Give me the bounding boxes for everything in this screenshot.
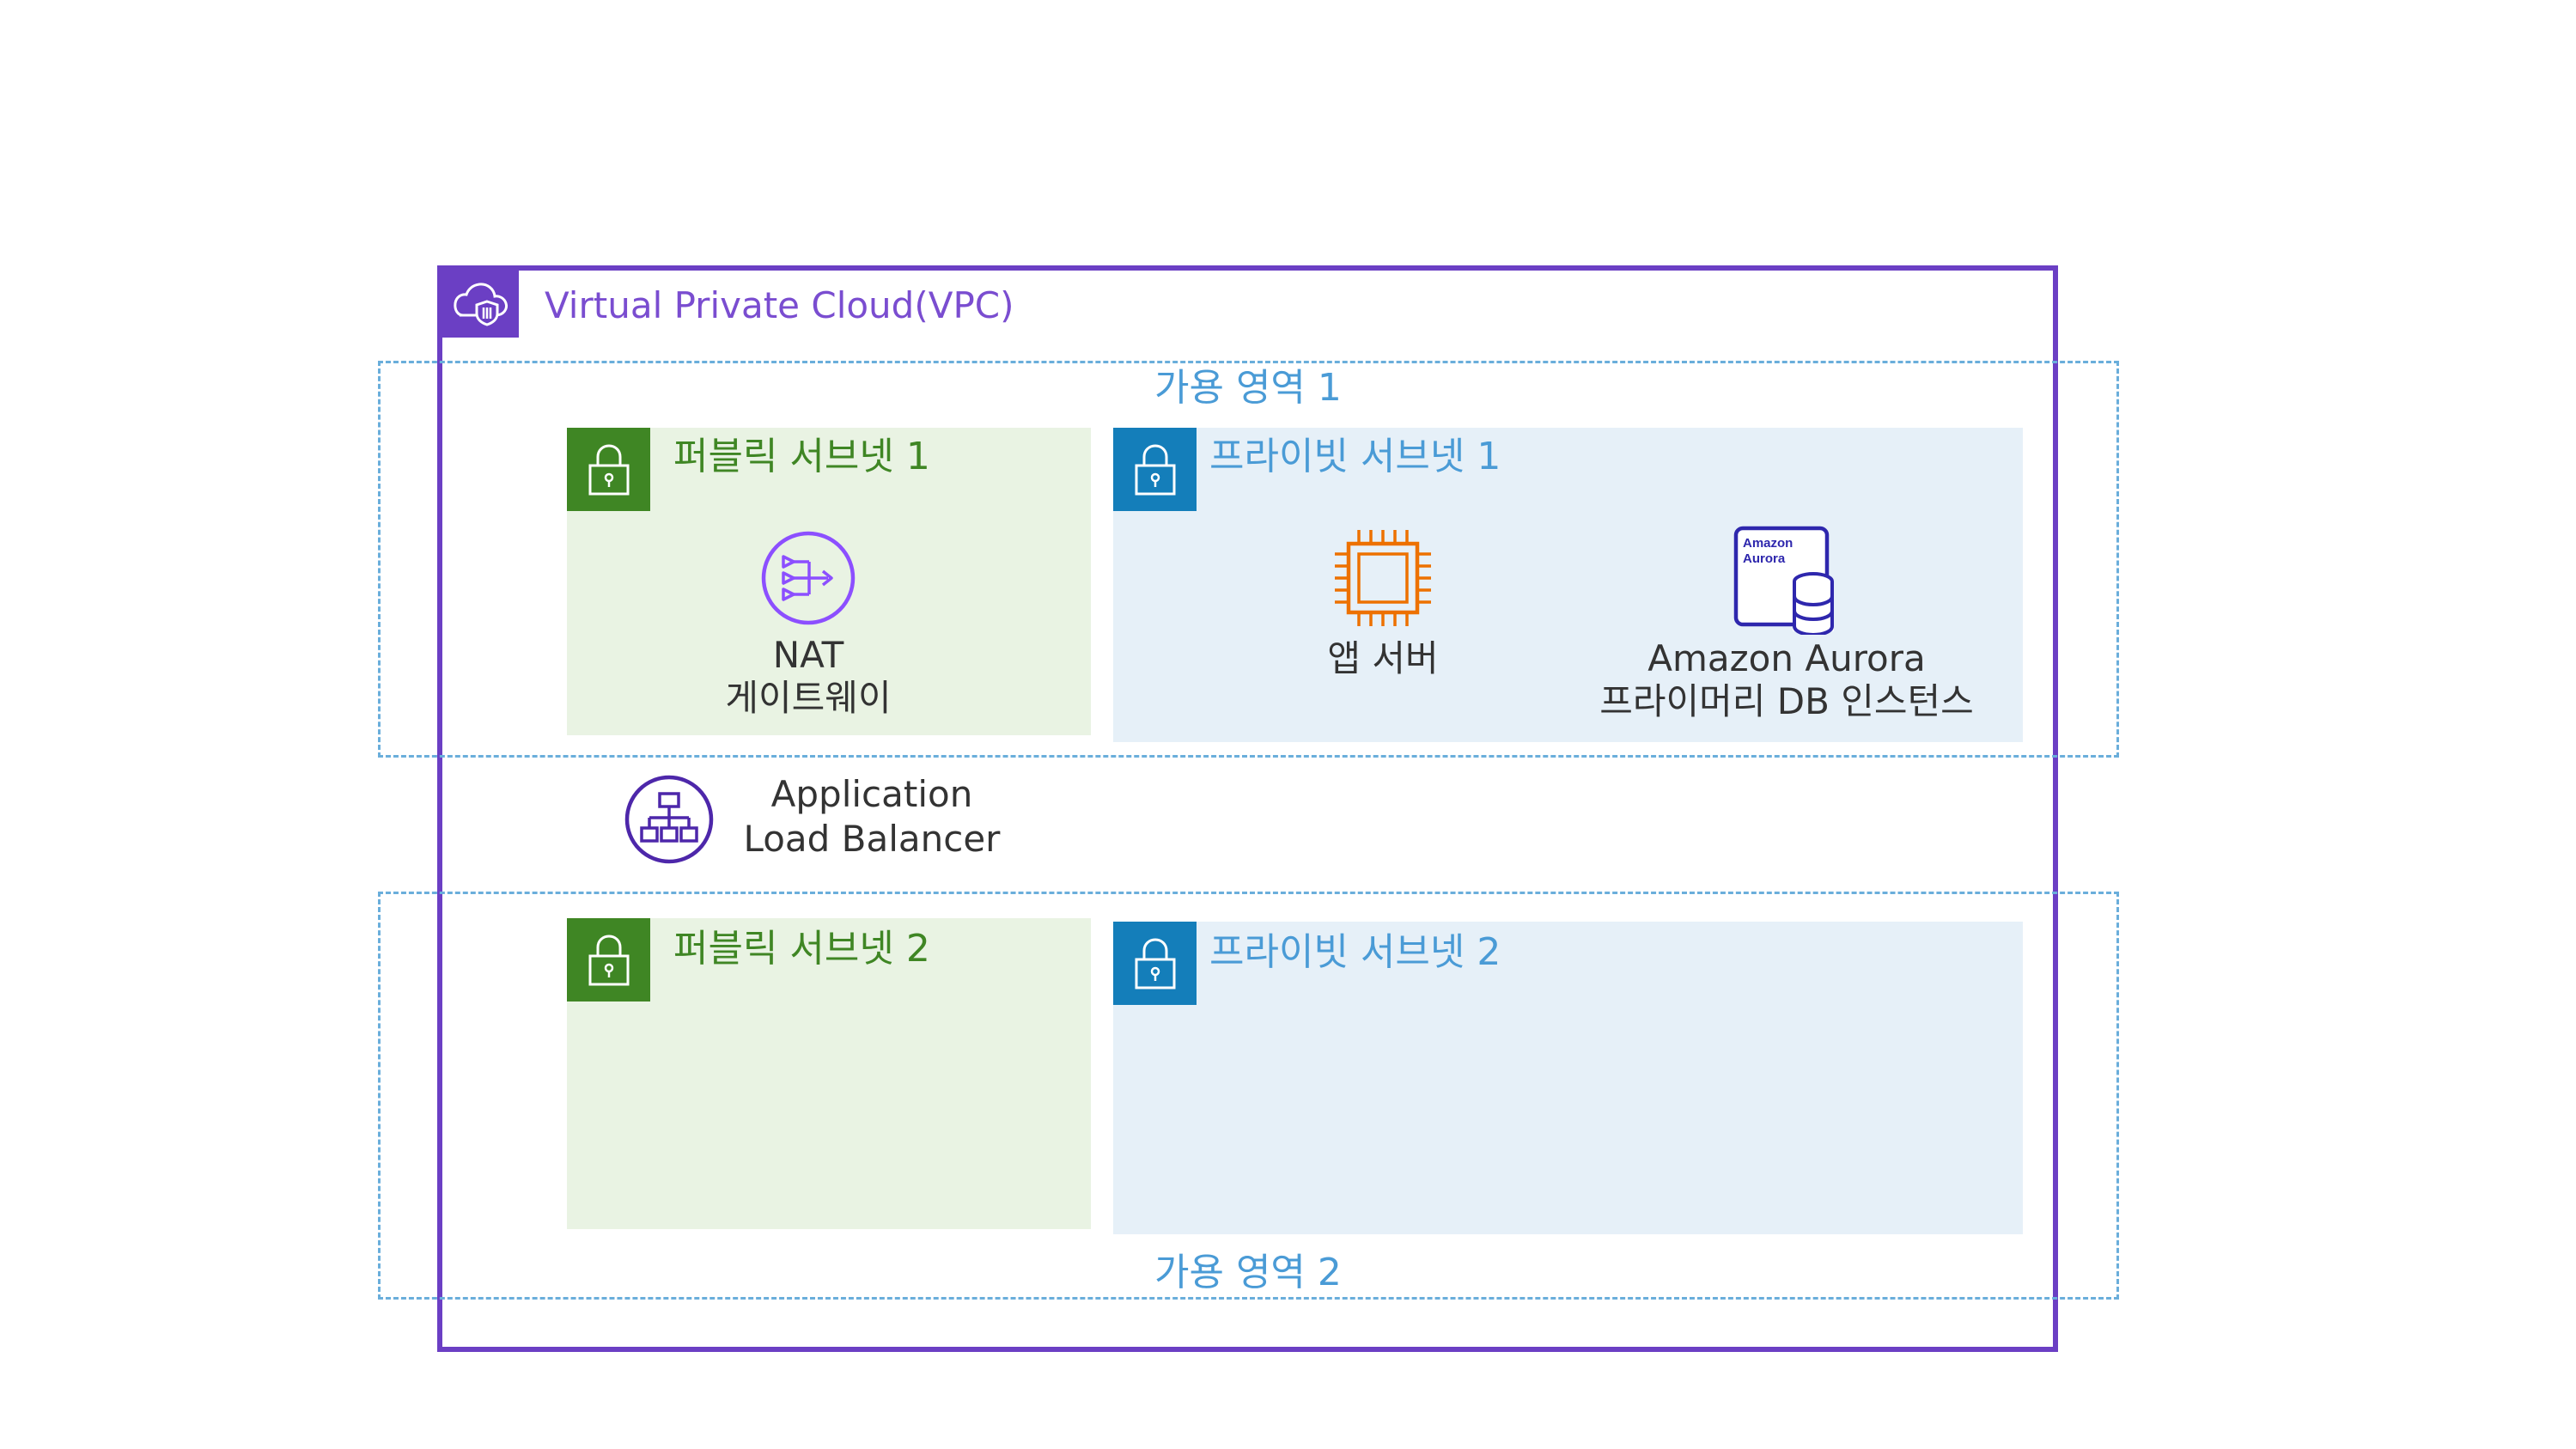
public-subnet-1-lock-badge — [567, 428, 650, 511]
availability-zone-2-label: 가용 영역 2 — [1154, 1251, 1342, 1294]
private-subnet-2-lock-badge — [1113, 922, 1197, 1005]
lock-icon — [1135, 443, 1175, 495]
private-subnet-2-label: 프라이빗 서브넷 2 — [1209, 930, 1501, 974]
lock-icon — [588, 443, 629, 495]
private-subnet-1-label: 프라이빗 서브넷 1 — [1209, 435, 1501, 478]
aurora-icon-text-1: Amazon — [1743, 536, 1793, 551]
aurora-icon-text-2: Aurora — [1743, 551, 1786, 566]
public-subnet-2-lock-badge — [567, 918, 650, 1002]
load-balancer-icon — [623, 773, 716, 866]
nat-gateway-label-line2: 게이트웨이 — [725, 677, 892, 719]
alb-label-line1: Application — [770, 773, 973, 815]
availability-zone-1-label: 가용 영역 1 — [1154, 366, 1342, 410]
ec2-chip-icon — [1330, 525, 1436, 631]
nat-gateway-label-line1: NAT — [772, 634, 844, 676]
alb-label-line2: Load Balancer — [743, 818, 1001, 860]
app-server-label: 앱 서버 — [1327, 637, 1439, 679]
private-subnet-1-lock-badge — [1113, 428, 1197, 511]
nat-gateway-icon — [759, 529, 857, 627]
aurora-database-icon: Amazon Aurora — [1731, 525, 1841, 637]
vpc-cloud-icon — [454, 283, 508, 326]
aurora-label-line1: Amazon Aurora — [1647, 637, 1926, 679]
lock-icon — [1135, 937, 1175, 989]
public-subnet-2-label: 퍼블릭 서브넷 2 — [673, 927, 930, 971]
vpc-badge — [437, 265, 519, 338]
public-subnet-1-label: 퍼블릭 서브넷 1 — [673, 435, 930, 478]
lock-icon — [588, 934, 629, 985]
aurora-label-line2: 프라이머리 DB 인스턴스 — [1599, 680, 1974, 722]
vpc-title: Virtual Private Cloud(VPC) — [545, 284, 1014, 326]
